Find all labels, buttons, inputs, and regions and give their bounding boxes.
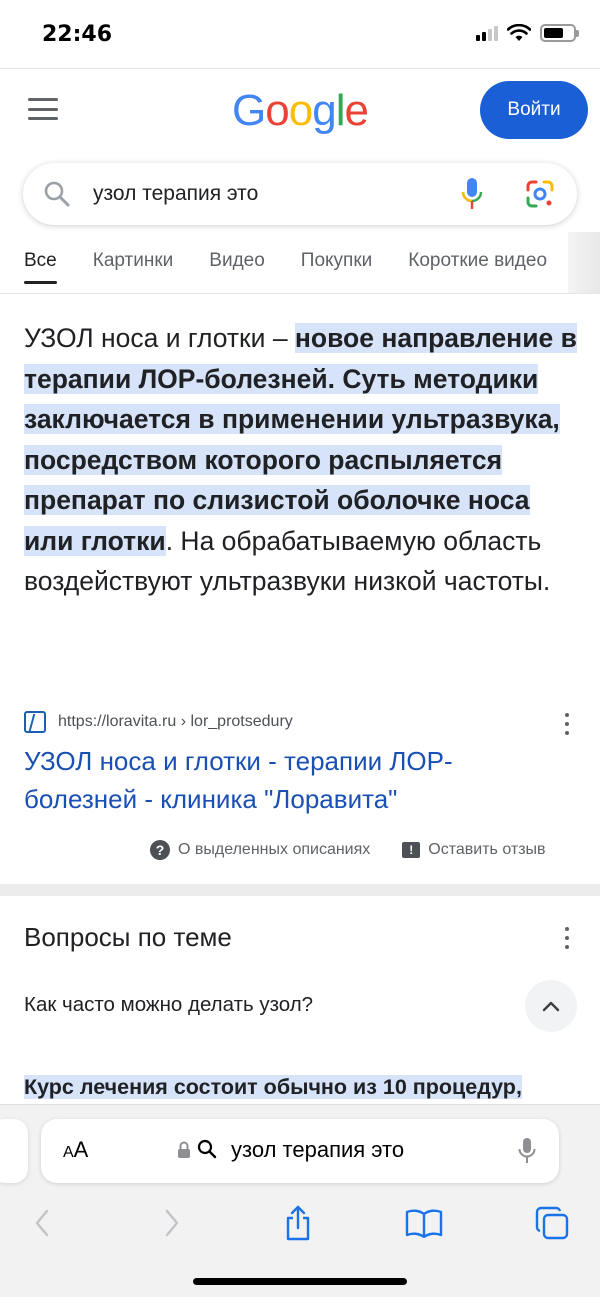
tabs-divider	[0, 293, 600, 294]
feedback-link[interactable]: Оставить отзыв	[428, 841, 545, 859]
google-logo[interactable]: Google	[232, 86, 369, 136]
menu-button[interactable]	[28, 98, 58, 120]
search-input[interactable]: узол терапия это	[93, 182, 258, 206]
result-more-options-button[interactable]	[565, 713, 571, 735]
more-vert-icon	[565, 713, 569, 717]
google-lens-icon[interactable]	[525, 179, 555, 209]
status-icons	[476, 24, 579, 42]
tabs-icon	[535, 1206, 569, 1240]
navigation-toolbar	[0, 1201, 600, 1245]
status-bar: 22:46	[0, 0, 600, 70]
page-settings-button[interactable]: AA	[63, 1137, 88, 1163]
search-icon	[44, 181, 70, 207]
battery-icon	[540, 24, 579, 42]
logo-letter: o	[288, 86, 314, 135]
logo-letter: o	[265, 86, 290, 135]
help-icon: ?	[150, 840, 170, 860]
previous-tab-preview[interactable]	[0, 1119, 28, 1183]
book-icon	[405, 1209, 443, 1238]
logo-letter: G	[232, 86, 266, 135]
snippet-lead: УЗОЛ носа и глотки –	[24, 323, 295, 353]
chevron-up-icon	[542, 1001, 560, 1012]
search-icon	[197, 1139, 217, 1159]
paa-question[interactable]: Как часто можно делать узол?	[24, 993, 313, 1017]
more-vert-icon	[565, 927, 569, 931]
tab-images[interactable]: Картинки	[93, 250, 174, 284]
paa-answer-text: Курс лечения состоит обычно из 10 процед…	[24, 1075, 522, 1099]
tabs-button[interactable]	[530, 1201, 574, 1245]
paa-answer: Курс лечения состоит обычно из 10 процед…	[24, 1071, 522, 1103]
tab-all[interactable]: Все	[24, 250, 57, 284]
bookmarks-button[interactable]	[402, 1201, 446, 1245]
paa-collapse-button[interactable]	[525, 980, 577, 1032]
people-also-ask-title: Вопросы по теме	[24, 922, 232, 952]
home-indicator	[193, 1278, 407, 1285]
result-title-link[interactable]: УЗОЛ носа и глотки - терапии ЛОР-болезне…	[24, 742, 564, 818]
safari-toolbar: AA узол терапия это	[0, 1104, 600, 1297]
mic-icon[interactable]	[461, 177, 483, 211]
hamburger-icon	[28, 98, 58, 101]
featured-snippet-text: УЗОЛ носа и глотки – новое направление в…	[24, 318, 580, 602]
search-box[interactable]: узол терапия это	[23, 163, 577, 225]
header-divider	[0, 68, 600, 69]
paa-more-options-button[interactable]	[565, 927, 571, 949]
back-button[interactable]	[20, 1201, 64, 1245]
source-url[interactable]: https://loravita.ru › lor_protsedury	[58, 713, 293, 731]
source-row[interactable]: https://loravita.ru › lor_protsedury	[24, 709, 580, 735]
address-text[interactable]: узол терапия это	[231, 1137, 404, 1163]
tab-short-videos[interactable]: Короткие видео	[408, 250, 547, 284]
forward-button[interactable]	[150, 1201, 194, 1245]
tabs-scroll-shade	[568, 232, 600, 294]
site-favicon-icon	[24, 711, 46, 733]
logo-letter: e	[344, 86, 369, 135]
section-divider	[0, 884, 600, 896]
snippet-footer: ? О выделенных описаниях ! Оставить отзы…	[150, 840, 546, 860]
tab-shopping[interactable]: Покупки	[301, 250, 372, 284]
feedback-icon: !	[402, 842, 421, 858]
wifi-icon	[507, 24, 531, 41]
chevron-right-icon	[165, 1209, 179, 1237]
tab-videos[interactable]: Видео	[209, 250, 265, 284]
status-time: 22:46	[42, 22, 113, 47]
logo-letter: g	[312, 86, 337, 135]
chevron-left-icon	[35, 1209, 49, 1237]
snippet-highlight: новое направление в терапии ЛОР-болезней…	[24, 323, 577, 556]
share-icon	[286, 1205, 310, 1241]
lock-icon	[178, 1141, 190, 1158]
address-bar[interactable]: AA узол терапия это	[41, 1119, 559, 1183]
dictation-mic-icon[interactable]	[518, 1137, 536, 1165]
cellular-signal-icon	[476, 25, 498, 41]
search-tabs: Все Картинки Видео Покупки Короткие виде…	[24, 250, 547, 284]
signin-button[interactable]: Войти	[480, 81, 588, 139]
share-button[interactable]	[276, 1201, 320, 1245]
about-featured-snippets-link[interactable]: О выделенных описаниях	[178, 841, 370, 859]
